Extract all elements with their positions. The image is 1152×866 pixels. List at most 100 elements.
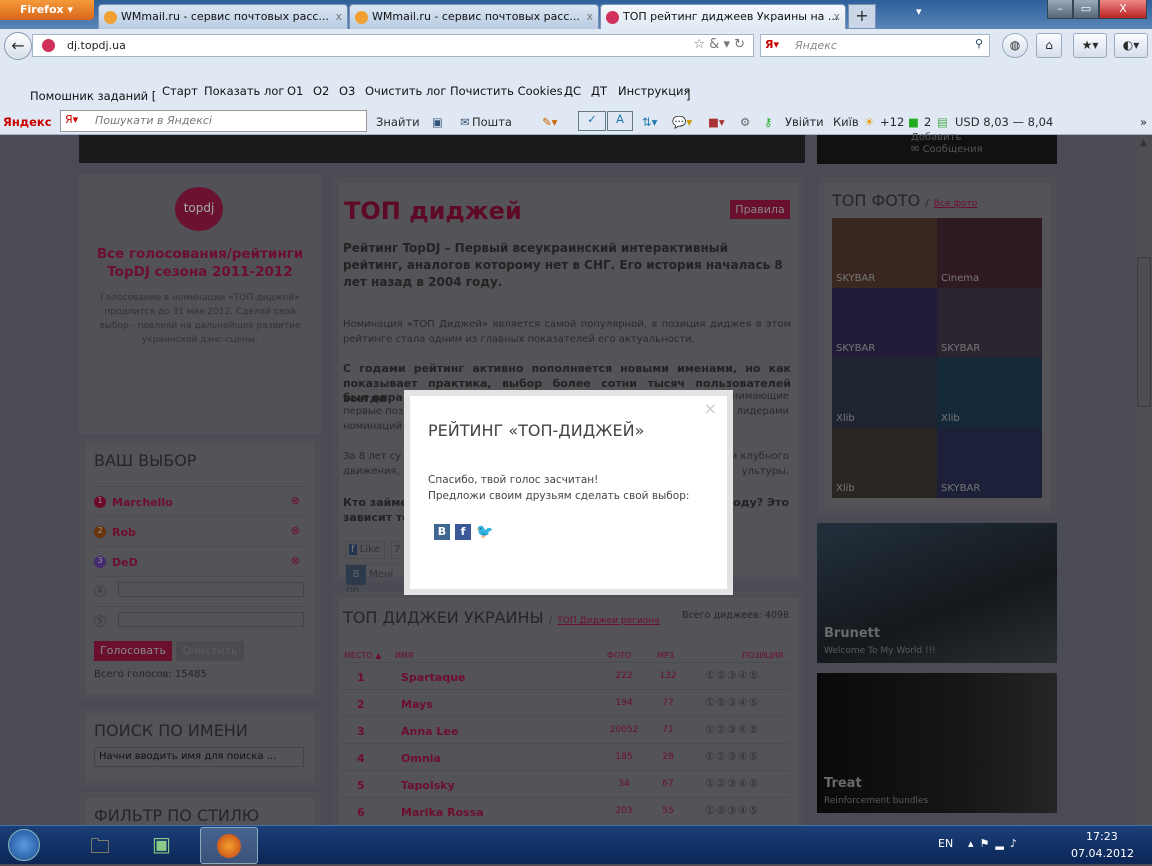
remove-icon[interactable]: ⊗ [291, 554, 300, 567]
promo-card-brunett[interactable]: Brunett Welcome To My World !!! [817, 523, 1057, 663]
comment-icon[interactable]: 💬▾ [672, 115, 692, 129]
name-header[interactable]: ИМЯ [395, 651, 413, 660]
search-icon[interactable]: ⚲ [975, 37, 983, 50]
dj-name[interactable]: Rob [112, 526, 136, 539]
overflow-chevron-icon[interactable]: » [1140, 115, 1147, 129]
vkontakte-share-icon[interactable]: B [434, 524, 450, 540]
back-button[interactable]: ← [4, 32, 32, 60]
choice-input[interactable] [118, 582, 304, 597]
firefox-taskbar-button[interactable] [200, 827, 258, 864]
facebook-like-button[interactable]: f Like [345, 541, 385, 559]
home-button[interactable]: ⌂ [1036, 33, 1062, 58]
photo-tile[interactable]: SKYBAR [937, 288, 1042, 358]
toolbar-icons[interactable]: ▣ [432, 115, 443, 129]
photo-tile[interactable]: Xlib [937, 358, 1042, 428]
photo-tile[interactable]: SKYBAR [937, 428, 1042, 498]
language-indicator[interactable]: EN [938, 837, 953, 850]
rules-button[interactable]: Правила [730, 200, 790, 219]
mail-button[interactable]: Пошта [472, 115, 512, 129]
messages-link[interactable]: ✉ Сообщения [911, 144, 983, 155]
bookmark-item[interactable]: Инструкция [618, 84, 690, 98]
temperature[interactable]: +12 [880, 115, 904, 129]
add-link[interactable]: Добавить [911, 132, 961, 143]
bookmark-item[interactable]: ДС [564, 84, 581, 98]
position-vote-buttons[interactable]: ①②③④⑤ [705, 723, 759, 736]
close-tab-icon[interactable]: x [335, 10, 342, 23]
close-modal-button[interactable]: × [704, 399, 717, 418]
bookmark-item[interactable]: О2 [313, 84, 329, 98]
find-button[interactable]: Знайти [376, 115, 420, 129]
bookmark-item[interactable]: ДТ [591, 84, 607, 98]
cube-icon[interactable]: ■▾ [708, 115, 725, 129]
dj-name-link[interactable]: Marika Rossa [401, 806, 484, 819]
sort-place-header[interactable]: МЕСТО ▲ [344, 651, 381, 660]
close-tab-icon[interactable]: x [586, 10, 593, 23]
twitter-share-icon[interactable]: 🐦 [476, 524, 493, 540]
explorer-icon[interactable]: 🗀 [90, 832, 110, 866]
photo-header[interactable]: ФОТО [607, 651, 631, 660]
all-photos-link[interactable]: Все фото [934, 199, 977, 209]
dj-name-link[interactable]: Tapolsky [401, 779, 455, 792]
vote-button[interactable]: Голосовать [94, 641, 172, 661]
terminal-icon[interactable]: ▣ [152, 832, 171, 856]
promo-title[interactable]: Все голосования/рейтинги TopDJ сезона 20… [89, 245, 311, 281]
city-label[interactable]: Київ [833, 115, 859, 129]
choice-input[interactable] [118, 612, 304, 627]
close-window-button[interactable]: X [1099, 0, 1147, 19]
position-vote-buttons[interactable]: ①②③④⑤ [705, 696, 759, 709]
remove-icon[interactable]: ⊗ [291, 524, 300, 537]
dj-name-link[interactable]: Mays [401, 698, 433, 711]
position-vote-buttons[interactable]: ①②③④⑤ [705, 804, 759, 817]
currency-rate[interactable]: USD 8,03 — 8,04 [955, 115, 1053, 129]
bookmarks-button[interactable]: ★▾ [1073, 33, 1107, 58]
dj-name[interactable]: Marchello [112, 496, 173, 509]
maximize-button[interactable]: ▭ [1073, 0, 1099, 19]
yandex-logo[interactable]: Яндекс [3, 115, 52, 129]
traffic-level[interactable]: 2 [924, 115, 931, 129]
vertical-scrollbar[interactable] [1136, 135, 1152, 825]
firefox-menu-button[interactable]: Firefox ▾ [0, 0, 94, 20]
dj-name-link[interactable]: Anna Lee [401, 725, 458, 738]
scrollbar-thumb[interactable] [1137, 257, 1151, 407]
remove-icon[interactable]: ⊗ [291, 494, 300, 507]
tray-icons[interactable]: ▴⚑▂♪ [968, 837, 1023, 850]
dj-name[interactable]: DeD [112, 556, 138, 569]
bookmark-item[interactable]: О3 [339, 84, 355, 98]
position-vote-buttons[interactable]: ①②③④⑤ [705, 750, 759, 763]
bookmark-item[interactable]: Старт [162, 84, 198, 98]
bookmark-item[interactable]: Очистить лог [365, 84, 446, 98]
photo-tile[interactable]: SKYBAR [832, 218, 937, 288]
start-button[interactable] [8, 829, 40, 861]
scroll-up-icon[interactable]: ▲ [1140, 138, 1147, 148]
tab-list-icon[interactable]: ▾ [916, 5, 922, 18]
search-input[interactable]: Я▾ Яндекс ⚲ [760, 34, 990, 57]
new-tab-button[interactable]: + [848, 4, 876, 29]
name-search-input[interactable]: Начни вводить имя для поиска ... [94, 747, 304, 767]
minimize-button[interactable]: – [1047, 0, 1073, 19]
tab-wmmail-1[interactable]: WMmail.ru - сервис почтовых расс... x [98, 4, 348, 29]
position-vote-buttons[interactable]: ①②③④⑤ [705, 777, 759, 790]
sort-icon[interactable]: ⇅▾ [642, 115, 657, 129]
clock-date[interactable]: 07.04.2012 [1071, 847, 1134, 860]
position-vote-buttons[interactable]: ①②③④⑤ [705, 669, 759, 682]
facebook-share-icon[interactable]: f [455, 524, 471, 540]
tab-topdj[interactable]: ТОП рейтинг диджеев Украины на ... x [600, 4, 846, 29]
highlight-icon[interactable]: A [607, 111, 633, 131]
spellcheck-icon[interactable]: ✓ [578, 111, 606, 131]
vk-like-button[interactable]: B Мені по [345, 564, 409, 596]
translate-icon[interactable]: ✎▾ [542, 115, 557, 129]
bookmark-star-icon[interactable]: ☆ & ▾ ↻ [693, 37, 745, 52]
addon-button[interactable]: ◐▾ [1114, 33, 1148, 58]
topdj-logo[interactable]: topdj [175, 187, 223, 231]
bookmark-item[interactable]: О1 [287, 84, 303, 98]
bookmark-item[interactable]: Почистить Cookies [450, 84, 563, 98]
close-tab-icon[interactable]: x [833, 10, 840, 23]
dj-name-link[interactable]: Spartaque [401, 671, 466, 684]
bookmark-item[interactable]: Показать лог [204, 84, 284, 98]
tab-wmmail-2[interactable]: WMmail.ru - сервис почтовых расс... x [349, 4, 599, 29]
gear-icon[interactable]: ⚙ [740, 115, 750, 129]
clock-time[interactable]: 17:23 [1086, 830, 1118, 843]
key-icon[interactable]: ⚷ [764, 115, 772, 129]
photo-tile[interactable]: Xlib [832, 358, 937, 428]
photo-tile[interactable]: Xlib [832, 428, 937, 498]
